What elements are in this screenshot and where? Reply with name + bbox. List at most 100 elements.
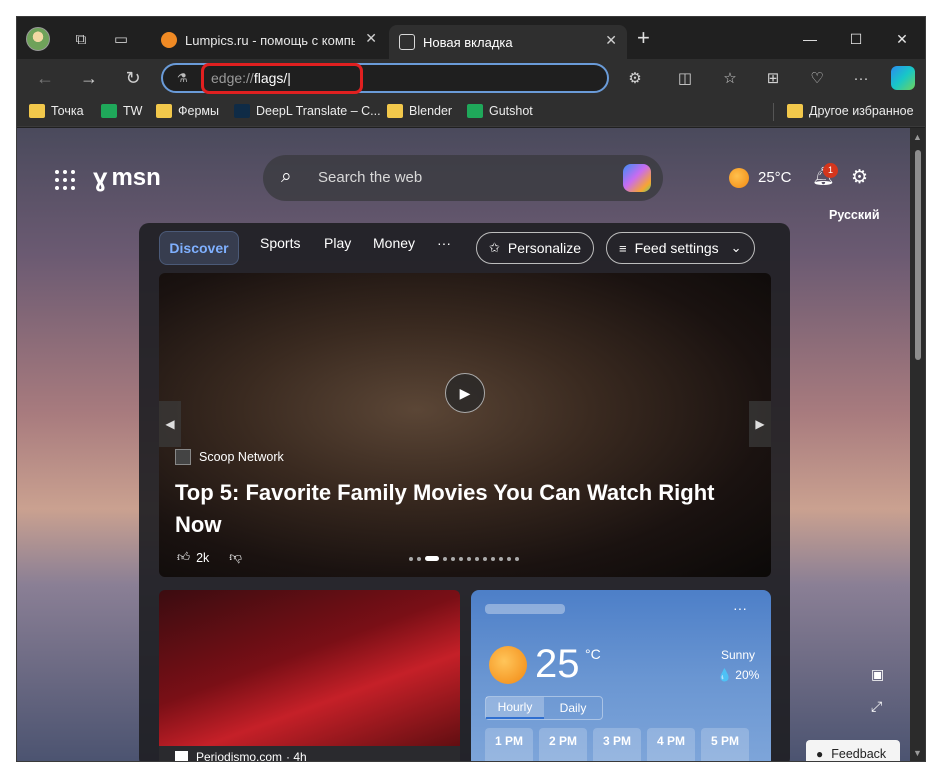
tab-label: Новая вкладка [423, 34, 513, 50]
tab-actions-icon[interactable]: ▭ [109, 27, 133, 51]
bookmark-item[interactable]: Точка [29, 104, 84, 118]
scroll-down-icon[interactable]: ▼ [913, 748, 922, 758]
browser-window: ⧉ ▭ Lumpics.ru - помощь с компьют ✕ Нова… [16, 16, 926, 762]
carousel-dots[interactable] [409, 556, 519, 561]
more-menu-icon[interactable]: ··· [849, 67, 873, 89]
page-scrollbar[interactable]: ▲ ▼ [910, 128, 925, 761]
deepl-icon [234, 104, 250, 118]
maximize-button[interactable]: ☐ [833, 25, 879, 53]
tab-sports[interactable]: Sports [260, 235, 300, 251]
collections-icon[interactable]: ⊞ [761, 67, 785, 89]
tab-discover[interactable]: Discover [159, 231, 239, 265]
tab-new-tab[interactable]: Новая вкладка ✕ [389, 25, 627, 59]
play-icon[interactable]: ▶ [445, 373, 485, 413]
weather-temp: 25 [535, 642, 580, 686]
background-image-icon[interactable]: ▣ [871, 666, 884, 683]
tab-money[interactable]: Money [373, 235, 415, 251]
address-highlight-box [201, 63, 363, 94]
tab-lumpics[interactable]: Lumpics.ru - помощь с компьют ✕ [151, 25, 387, 55]
extensions-icon[interactable]: ⚙ [623, 67, 647, 89]
bookmark-item[interactable]: Фермы [156, 104, 219, 118]
title-bar: ⧉ ▭ Lumpics.ru - помощь с компьют ✕ Нова… [17, 17, 925, 59]
back-button[interactable]: ← [31, 65, 59, 91]
weather-card[interactable]: ··· 25 °C Sunny 💧 20% Hourly Daily 1 PM … [471, 590, 771, 761]
settings-gear-icon[interactable]: ⚙ [851, 166, 868, 189]
sliders-icon: ≡ [619, 240, 627, 256]
profile-avatar[interactable] [26, 27, 50, 51]
notification-badge: 1 [823, 163, 838, 178]
temp-unit[interactable]: °C [585, 646, 601, 662]
bookmark-item[interactable]: Gutshot [467, 104, 533, 118]
hour-cell: 1 PM [485, 728, 533, 761]
publisher-logo [175, 750, 188, 761]
hero-headline[interactable]: Top 5: Favorite Family Movies You Can Wa… [175, 477, 755, 541]
scroll-up-icon[interactable]: ▲ [913, 132, 922, 142]
sun-icon [489, 646, 527, 684]
folder-icon [156, 104, 172, 118]
other-favorites[interactable]: Другое избранное [787, 104, 914, 118]
hour-cell: 4 PM [647, 728, 695, 761]
article-meta: Periodismo.com · 4h [159, 746, 460, 761]
tab-daily[interactable]: Daily [544, 697, 602, 719]
thumbs-down-icon[interactable]: 👎︎ [229, 550, 242, 565]
close-button[interactable]: ✕ [879, 25, 925, 53]
bookmark-item[interactable]: DeepL Translate – C... [234, 104, 381, 118]
personalize-button[interactable]: ✩ Personalize [476, 232, 595, 264]
expand-icon[interactable]: ⤢ [871, 698, 882, 715]
blurred-location [485, 604, 565, 614]
hourly-forecast: 1 PM 2 PM 3 PM 4 PM 5 PM [485, 728, 749, 761]
sparkle-star-icon: ✩ [489, 240, 500, 255]
hero-video-card[interactable]: ▶ ◀ ▶ Scoop Network Top 5: Favorite Fami… [159, 273, 771, 577]
feed-settings-button[interactable]: ≡ Feed settings ⌄ [606, 232, 755, 264]
green-plus-icon [467, 104, 483, 118]
weather-condition: Sunny [721, 648, 756, 662]
hour-cell: 3 PM [593, 728, 641, 761]
forecast-tabs: Hourly Daily [485, 696, 603, 720]
search-icon: ⌕ [281, 166, 292, 187]
search-placeholder: Search the web [318, 169, 423, 186]
more-options-icon[interactable]: ··· [733, 600, 747, 616]
tab-hourly[interactable]: Hourly [486, 697, 544, 719]
tab-close-icon[interactable]: ✕ [365, 30, 377, 47]
bookmarks-bar: Точка TW Фермы DeepL Translate – C... Bl… [17, 97, 925, 127]
reactions: 👍︎ 2k 👎︎ [177, 550, 242, 565]
msn-new-tab-page: ɣ msn ⌕ Search the web 25°C 🔔︎ 1 ⚙ Русск… [17, 128, 910, 761]
tab-label: Lumpics.ru - помощь с компьют [185, 32, 355, 48]
app-launcher-icon[interactable] [55, 170, 75, 190]
chevron-down-icon: ⌄ [730, 240, 742, 255]
copilot-search-icon[interactable] [623, 164, 651, 192]
tab-play[interactable]: Play [324, 235, 351, 251]
new-tab-favicon-icon [399, 34, 415, 50]
green-plus-icon [101, 104, 117, 118]
carousel-next-button[interactable]: ▶ [749, 401, 771, 447]
tab-more[interactable]: ··· [437, 235, 451, 251]
like-count: 2k [196, 550, 210, 565]
folder-icon [787, 104, 803, 118]
bookmark-item[interactable]: Blender [387, 104, 452, 118]
bookmarks-divider [773, 103, 774, 121]
carousel-prev-button[interactable]: ◀ [159, 401, 181, 447]
minimize-button[interactable]: — [787, 25, 833, 53]
folder-icon [387, 104, 403, 118]
tab-close-icon[interactable]: ✕ [605, 32, 617, 49]
article-card[interactable]: Periodismo.com · 4h [159, 590, 460, 761]
forward-button[interactable]: → [75, 65, 103, 91]
hour-cell: 2 PM [539, 728, 587, 761]
butterfly-icon: ɣ [93, 162, 108, 192]
header-weather-temp[interactable]: 25°C [758, 169, 792, 186]
refresh-button[interactable]: ↻ [119, 65, 147, 91]
thumbs-up-icon[interactable]: 👍︎ [177, 550, 190, 565]
workspaces-icon[interactable]: ⧉ [69, 27, 93, 51]
language-label[interactable]: Русский [829, 208, 880, 222]
favorites-icon[interactable]: ☆ [718, 67, 742, 89]
web-search-box[interactable]: ⌕ Search the web [263, 155, 663, 201]
msn-logo[interactable]: ɣ msn [93, 162, 161, 193]
scrollbar-thumb[interactable] [915, 150, 921, 360]
browser-essentials-icon[interactable]: ♡ [805, 67, 829, 89]
new-tab-button[interactable]: + [637, 27, 650, 49]
split-screen-icon[interactable]: ◫ [673, 67, 697, 89]
copilot-icon[interactable] [891, 66, 915, 90]
bookmark-item[interactable]: TW [101, 104, 142, 118]
feedback-button[interactable]: ● Feedback [806, 740, 900, 761]
folder-icon [29, 104, 45, 118]
